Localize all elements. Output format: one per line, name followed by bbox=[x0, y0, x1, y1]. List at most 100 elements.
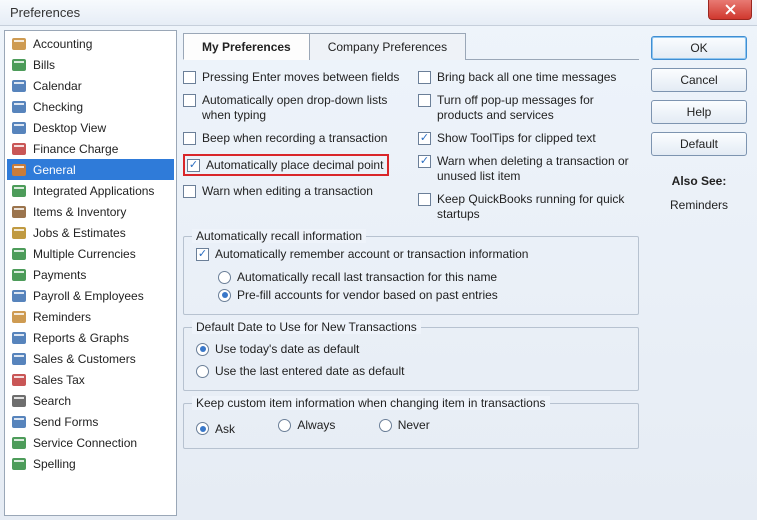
money-icon bbox=[11, 57, 27, 73]
checkbox[interactable] bbox=[418, 71, 431, 84]
tab-strip: My Preferences Company Preferences bbox=[183, 32, 639, 60]
also-see-item[interactable]: Reminders bbox=[651, 198, 747, 212]
button-label: Help bbox=[687, 105, 712, 119]
option-row: Show ToolTips for clipped text bbox=[418, 131, 639, 146]
preferences-sidebar[interactable]: Accounting Bills Calendar Checking Deskt… bbox=[4, 30, 177, 516]
group-default-date: Default Date to Use for New Transactions… bbox=[183, 327, 639, 391]
checkbox-remember-account[interactable] bbox=[196, 248, 209, 261]
tab-company-preferences[interactable]: Company Preferences bbox=[309, 33, 466, 60]
sidebar-item-label: Payroll & Employees bbox=[33, 289, 144, 303]
sidebar-item-label: Reminders bbox=[33, 310, 91, 324]
option-row: Warn when deleting a transaction or unus… bbox=[418, 154, 639, 184]
sidebar-item-reports-graphs[interactable]: Reports & Graphs bbox=[7, 327, 174, 348]
default-button[interactable]: Default bbox=[651, 132, 747, 156]
checkbox[interactable] bbox=[187, 159, 200, 172]
radio-never[interactable] bbox=[379, 419, 392, 432]
checkbox[interactable] bbox=[183, 132, 196, 145]
sidebar-item-calendar[interactable]: Calendar bbox=[7, 75, 174, 96]
sidebar-item-label: Jobs & Estimates bbox=[33, 226, 126, 240]
tab-label: My Preferences bbox=[202, 40, 291, 54]
checkbox-label: Automatically remember account or transa… bbox=[215, 247, 528, 262]
sidebar-item-accounting[interactable]: Accounting bbox=[7, 33, 174, 54]
sidebar-item-finance-charge[interactable]: Finance Charge bbox=[7, 138, 174, 159]
checkbox[interactable] bbox=[418, 94, 431, 107]
sidebar-item-general[interactable]: General bbox=[7, 159, 174, 180]
checkbox-label: Automatically open drop-down lists when … bbox=[202, 93, 404, 123]
checkbox[interactable] bbox=[183, 185, 196, 198]
sidebar-item-payments[interactable]: Payments bbox=[7, 264, 174, 285]
sidebar-item-bills[interactable]: Bills bbox=[7, 54, 174, 75]
ok-button[interactable]: OK bbox=[651, 36, 747, 60]
sidebar-item-jobs-estimates[interactable]: Jobs & Estimates bbox=[7, 222, 174, 243]
checkbox-label: Keep QuickBooks running for quick startu… bbox=[437, 192, 639, 222]
sidebar-item-search[interactable]: Search bbox=[7, 390, 174, 411]
radio-label: Always bbox=[297, 418, 335, 432]
checkbox[interactable] bbox=[183, 94, 196, 107]
checkbox[interactable] bbox=[418, 155, 431, 168]
checkbox[interactable] bbox=[183, 71, 196, 84]
checkbox[interactable] bbox=[418, 132, 431, 145]
globe-icon bbox=[11, 435, 27, 451]
right-options-column: Bring back all one time messagesTurn off… bbox=[418, 70, 639, 230]
sidebar-item-send-forms[interactable]: Send Forms bbox=[7, 411, 174, 432]
box-icon bbox=[11, 204, 27, 220]
preferences-main: My Preferences Company Preferences Press… bbox=[177, 30, 645, 516]
highlighted-option: Automatically place decimal point bbox=[183, 154, 389, 176]
radio-ask[interactable] bbox=[196, 422, 209, 435]
group-legend: Default Date to Use for New Transactions bbox=[192, 320, 421, 334]
sidebar-item-label: Multiple Currencies bbox=[33, 247, 136, 261]
cancel-button[interactable]: Cancel bbox=[651, 68, 747, 92]
tab-my-preferences[interactable]: My Preferences bbox=[183, 33, 310, 60]
option-row: Pressing Enter moves between fields bbox=[183, 70, 404, 85]
sidebar-item-service-connection[interactable]: Service Connection bbox=[7, 432, 174, 453]
radio-label: Pre-fill accounts for vendor based on pa… bbox=[237, 288, 498, 302]
checkbox-label: Pressing Enter moves between fields bbox=[202, 70, 399, 85]
sidebar-item-items-inventory[interactable]: Items & Inventory bbox=[7, 201, 174, 222]
sidebar-item-label: Bills bbox=[33, 58, 55, 72]
radio-recall-last[interactable] bbox=[218, 271, 231, 284]
radio-last-entered-date[interactable] bbox=[196, 365, 209, 378]
help-button[interactable]: Help bbox=[651, 100, 747, 124]
gear-icon bbox=[11, 162, 27, 178]
group-auto-recall: Automatically recall information Automat… bbox=[183, 236, 639, 315]
checkbox-label: Warn when deleting a transaction or unus… bbox=[437, 154, 639, 184]
card-icon bbox=[11, 267, 27, 283]
currency-icon bbox=[11, 246, 27, 262]
checkbox-label: Automatically place decimal point bbox=[206, 158, 383, 172]
sidebar-item-label: Send Forms bbox=[33, 415, 98, 429]
option-row: Automatically open drop-down lists when … bbox=[183, 93, 404, 123]
sidebar-item-reminders[interactable]: Reminders bbox=[7, 306, 174, 327]
sidebar-item-label: Search bbox=[33, 394, 71, 408]
option-row: Warn when editing a transaction bbox=[183, 184, 404, 199]
sidebar-item-sales-customers[interactable]: Sales & Customers bbox=[7, 348, 174, 369]
sidebar-item-label: Service Connection bbox=[33, 436, 137, 450]
group-keep-custom-item: Keep custom item information when changi… bbox=[183, 403, 639, 449]
dialog-buttons-panel: OK Cancel Help Default Also See: Reminde… bbox=[645, 30, 753, 516]
clipboard-icon bbox=[11, 225, 27, 241]
sidebar-item-spelling[interactable]: Spelling bbox=[7, 453, 174, 474]
apps-icon bbox=[11, 183, 27, 199]
sidebar-item-payroll-employees[interactable]: Payroll & Employees bbox=[7, 285, 174, 306]
sidebar-item-integrated-applications[interactable]: Integrated Applications bbox=[7, 180, 174, 201]
sidebar-item-sales-tax[interactable]: Sales Tax bbox=[7, 369, 174, 390]
also-see-section: Also See: Reminders bbox=[651, 174, 747, 212]
checkbox[interactable] bbox=[418, 193, 431, 206]
radio-prefill-vendor[interactable] bbox=[218, 289, 231, 302]
desktop-icon bbox=[11, 120, 27, 136]
check-icon bbox=[11, 99, 27, 115]
sidebar-item-multiple-currencies[interactable]: Multiple Currencies bbox=[7, 243, 174, 264]
window-close-button[interactable] bbox=[708, 0, 752, 20]
radio-today-date[interactable] bbox=[196, 343, 209, 356]
sidebar-item-desktop-view[interactable]: Desktop View bbox=[7, 117, 174, 138]
option-row: Keep QuickBooks running for quick startu… bbox=[418, 192, 639, 222]
cart-icon bbox=[11, 351, 27, 367]
radio-label: Ask bbox=[215, 422, 235, 436]
radio-always[interactable] bbox=[278, 419, 291, 432]
checkbox-label: Show ToolTips for clipped text bbox=[437, 131, 596, 146]
radio-label: Automatically recall last transaction fo… bbox=[237, 270, 497, 284]
title-bar: Preferences bbox=[0, 0, 757, 26]
sidebar-item-checking[interactable]: Checking bbox=[7, 96, 174, 117]
window-title: Preferences bbox=[10, 5, 80, 20]
radio-label: Use the last entered date as default bbox=[215, 364, 404, 378]
sidebar-item-label: Reports & Graphs bbox=[33, 331, 129, 345]
